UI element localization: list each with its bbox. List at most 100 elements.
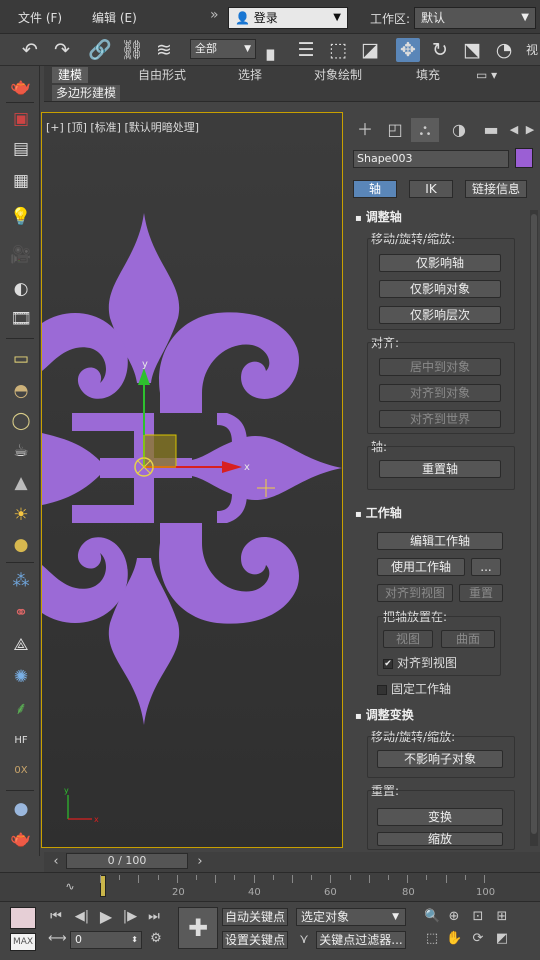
affect-hierarchy-only-button[interactable]: 仅影响层次 [379, 306, 501, 324]
lock-working-pivot-checkbox[interactable]: 固定工作轴 [377, 680, 451, 697]
orbit-icon[interactable]: ⟳ [470, 931, 486, 947]
place-surface-button[interactable]: 曲面 [441, 630, 495, 648]
login-dropdown[interactable]: 👤 登录 ▼ [228, 7, 348, 29]
teapot-icon[interactable]: 🫖 [8, 74, 34, 100]
display-icon[interactable]: ▬ [477, 118, 505, 142]
material-sphere-icon[interactable]: ● [8, 796, 34, 822]
tab-pivot[interactable]: 轴 [353, 180, 397, 198]
tab-link-info[interactable]: 链接信息 [465, 180, 527, 198]
motion-icon[interactable]: ◑ [445, 118, 473, 142]
rectangle-selection-icon[interactable]: ⬚ [326, 38, 350, 62]
chevron-left-icon[interactable]: ‹ [48, 854, 64, 870]
tab-freeform[interactable]: 自由形式 [132, 67, 192, 83]
rotate-icon[interactable]: ↻ [428, 38, 452, 62]
place-view-button[interactable]: 视图 [383, 630, 433, 648]
menu-more-icon[interactable]: » [210, 7, 219, 23]
zoom-all-icon[interactable]: ⊕ [446, 909, 462, 925]
tab-ik[interactable]: IK [409, 180, 453, 198]
time-slider[interactable]: ‹ 0 / 100 › [44, 852, 540, 872]
light-icon[interactable]: 💡 [8, 204, 34, 230]
align-to-view-checkbox[interactable]: ✔ 对齐到视图 [383, 654, 457, 671]
tab-populate[interactable]: 填充 [410, 67, 446, 83]
rollout-adjust-pivot[interactable]: ▪ 调整轴 [355, 208, 523, 226]
reset-pivot-button[interactable]: 重置轴 [379, 460, 501, 478]
grass-icon[interactable]: ⸙ [8, 696, 34, 722]
align-to-world-button[interactable]: 对齐到世界 [379, 410, 501, 428]
pan-hand-icon[interactable]: ✋ [446, 931, 462, 947]
plane-icon[interactable]: ▭ [8, 346, 34, 372]
align-to-view-button[interactable]: 对齐到视图 [377, 584, 453, 602]
zoom-icon[interactable]: 🔍 [424, 909, 440, 925]
affect-object-only-button[interactable]: 仅影响对象 [379, 280, 501, 298]
previous-frame-icon[interactable]: ◀︎| [74, 909, 90, 925]
go-to-start-icon[interactable]: ⏮ [48, 909, 64, 925]
scene-explorer-icon[interactable]: ▦ [8, 168, 34, 194]
particle-icon[interactable]: ⁂ [8, 568, 34, 594]
hemisphere-icon[interactable]: ◓ [8, 378, 34, 404]
rollout-adjust-transform[interactable]: ▪ 调整变换 [355, 706, 523, 724]
go-to-end-icon[interactable]: ⏭ [146, 909, 162, 925]
maxscript-listener[interactable]: MAX [10, 907, 36, 957]
next-frame-icon[interactable]: |▶︎ [122, 909, 138, 925]
menu-file[interactable]: 文件 (F) [18, 9, 62, 26]
set-key-big-icon[interactable]: ✚ [178, 907, 218, 949]
use-working-pivot-button[interactable]: 使用工作轴 [377, 558, 465, 576]
sun-icon[interactable]: ☀ [8, 502, 34, 528]
reset-working-pivot-button[interactable]: 重置 [459, 584, 503, 602]
play-icon[interactable]: ▶ [98, 909, 114, 925]
dynamics-icon[interactable]: ⚭ [8, 600, 34, 626]
track-bar[interactable]: ∿ 20 40 60 80 100 [0, 872, 540, 902]
working-pivot-options-button[interactable]: ... [471, 558, 501, 576]
chevron-right-icon[interactable]: ▶ [523, 118, 537, 142]
tab-polygon-modeling[interactable]: 多边形建模 [52, 85, 121, 101]
link-icon[interactable]: 🔗 [88, 38, 112, 62]
current-frame-spinner[interactable]: 0 ⬍ [70, 931, 142, 949]
menu-edit[interactable]: 编辑 (E) [92, 9, 137, 26]
sphere-icon[interactable]: ● [8, 532, 34, 558]
teapot-primitive-icon[interactable]: ☕ [8, 438, 34, 464]
timeline-ruler[interactable]: 20 40 60 80 100 [100, 875, 500, 901]
zoom-extents-icon[interactable]: ⊡ [470, 909, 486, 925]
curve-editor-icon[interactable]: ∿ [62, 879, 78, 895]
key-filters-button[interactable]: 关键点过滤器... [316, 931, 406, 949]
key-set-dropdown[interactable]: 选定对象 ▼ [296, 908, 406, 926]
unlink-icon[interactable]: ⛓ [120, 38, 144, 62]
max-label[interactable]: MAX [10, 933, 36, 951]
material-list-icon[interactable]: ▤ [8, 136, 34, 162]
hierarchy-icon[interactable]: ⛬ [411, 118, 439, 142]
render-frame-icon[interactable]: ▣ [8, 106, 34, 132]
tab-object-paint[interactable]: 对象绘制 [308, 67, 368, 83]
maximize-viewport-icon[interactable]: ◩ [494, 931, 510, 947]
key-mode-icon[interactable]: ⟷ [48, 931, 67, 947]
selection-filter-dropdown[interactable]: 全部 ▼ [190, 39, 256, 59]
gear-icon[interactable]: ✺ [8, 664, 34, 690]
geometry-icon[interactable]: ⟁ [8, 632, 34, 658]
object-color-swatch[interactable] [515, 148, 533, 168]
reset-transform-button[interactable]: 变换 [377, 808, 503, 826]
hair-fur-icon[interactable]: HF [8, 728, 34, 754]
select-object-icon[interactable]: ▖ [262, 38, 286, 62]
viewport-top[interactable]: [+] [顶] [标准] [默认明暗处理] y x y x [41, 112, 343, 848]
render-setup-icon[interactable]: 🎞 [8, 306, 34, 332]
chevron-left-icon[interactable]: ◀ [507, 118, 521, 142]
window-crossing-icon[interactable]: ◪ [358, 38, 382, 62]
center-to-object-button[interactable]: 居中到对象 [379, 358, 501, 376]
field-of-view-icon[interactable]: ⬚ [424, 931, 440, 947]
scale-icon[interactable]: ⬔ [460, 38, 484, 62]
toolbar-overflow-icon[interactable]: 视 [520, 38, 540, 62]
zoom-extents-all-icon[interactable]: ⊞ [494, 909, 510, 925]
redo-icon[interactable]: ↷ [50, 38, 74, 62]
dont-affect-children-button[interactable]: 不影响子对象 [377, 750, 503, 768]
select-by-name-icon[interactable]: ☰ [294, 38, 318, 62]
edit-working-pivot-button[interactable]: 编辑工作轴 [377, 532, 503, 550]
object-name-field[interactable]: Shape003 [353, 150, 509, 168]
reference-coordinate-icon[interactable]: ◔ [492, 38, 516, 62]
ox-icon[interactable]: 0X [8, 758, 34, 784]
set-key-button[interactable]: 设置关键点 [222, 931, 288, 949]
tab-selection[interactable]: 选择 [232, 67, 268, 83]
frame-counter[interactable]: 0 / 100 [66, 853, 188, 869]
fleur-de-lis-shape[interactable] [42, 213, 342, 725]
time-configuration-icon[interactable]: ⚙ [148, 931, 164, 947]
rollout-working-pivot[interactable]: ▪ 工作轴 [355, 504, 523, 522]
maxscript-input[interactable] [10, 907, 36, 929]
